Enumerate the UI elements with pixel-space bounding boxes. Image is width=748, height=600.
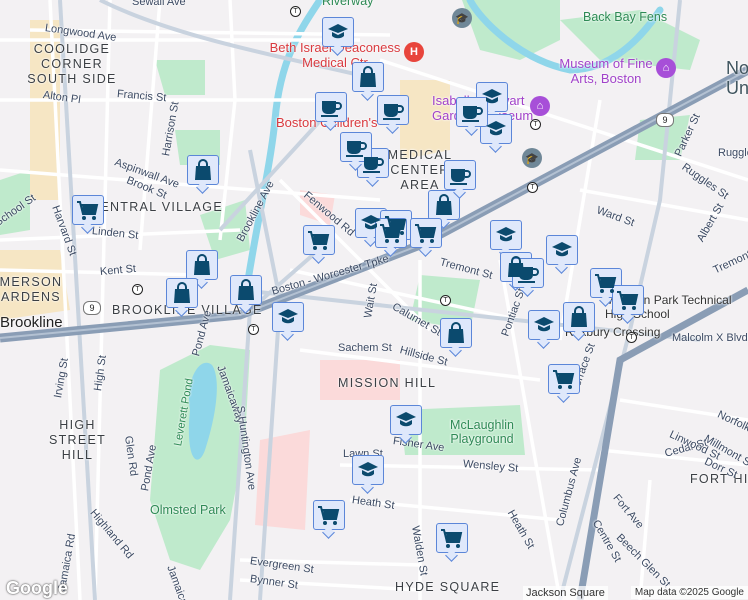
graduation-cap-icon	[396, 412, 416, 427]
town-label: Brookline	[0, 314, 63, 331]
school-marker[interactable]	[352, 455, 384, 485]
museum-icon[interactable]: ⌂	[656, 58, 676, 78]
transit-station-icon[interactable]: T	[527, 182, 538, 193]
park-label[interactable]: Olmsted Park	[150, 503, 226, 517]
transit-station-icon[interactable]: T	[626, 332, 637, 343]
cart-marker[interactable]	[72, 195, 104, 225]
coffee-cup-icon	[462, 106, 483, 122]
transit-station-icon[interactable]: T	[290, 6, 301, 17]
shopping-bag-icon	[436, 194, 452, 215]
google-logo: Google	[6, 578, 68, 598]
shopping-cart-icon	[617, 291, 639, 310]
shop-marker[interactable]	[230, 275, 262, 305]
shopping-bag-icon	[448, 322, 464, 343]
cafe-marker[interactable]	[315, 92, 347, 122]
hospital-area	[255, 430, 310, 530]
neighborhood-label: CENTRAL VILLAGE	[90, 200, 223, 214]
cart-marker[interactable]	[612, 285, 644, 315]
school-marker[interactable]	[528, 310, 560, 340]
school-marker[interactable]	[480, 114, 512, 144]
coffee-cup-icon	[518, 267, 539, 283]
shop-marker[interactable]	[428, 190, 460, 220]
transit-station-icon[interactable]: T	[530, 119, 541, 130]
cafe-marker[interactable]	[377, 95, 409, 125]
coffee-cup-icon	[450, 169, 471, 185]
street-label: Sachem St	[338, 342, 392, 354]
cafe-marker[interactable]	[512, 258, 544, 288]
cart-marker[interactable]	[436, 523, 468, 553]
museum-label[interactable]: Museum of Fine Arts, Boston	[546, 56, 666, 86]
neighborhood-label: MISSION HILL	[338, 376, 437, 390]
neighborhood-label: HIGH STREET HILL	[48, 418, 107, 462]
graduation-cap-icon	[358, 462, 378, 477]
shopping-bag-icon	[194, 254, 210, 275]
graduation-cap-icon	[552, 242, 572, 257]
transit-station-icon[interactable]: T	[132, 284, 143, 295]
school-marker[interactable]	[546, 235, 578, 265]
neighborhood-label: EMERSON GARDENS	[0, 275, 63, 304]
map-canvas[interactable]: Sewall Ave Longwood Ave COOLIDGE CORNER …	[0, 0, 748, 600]
shopping-cart-icon	[415, 224, 437, 243]
shopping-cart-icon	[318, 506, 340, 525]
cart-marker[interactable]	[548, 364, 580, 394]
school-poi-icon[interactable]: 🎓	[522, 148, 542, 168]
coffee-cup-icon	[346, 141, 367, 157]
graduation-cap-icon	[328, 24, 348, 39]
shop-marker[interactable]	[563, 302, 595, 332]
shop-marker[interactable]	[186, 250, 218, 280]
transit-station-icon[interactable]: T	[440, 295, 451, 306]
cart-marker[interactable]	[410, 218, 442, 248]
shopping-cart-icon	[595, 274, 617, 293]
park-label[interactable]: Riverway	[322, 0, 373, 8]
map-attribution[interactable]: Map data ©2025 Google	[630, 586, 748, 599]
school-marker[interactable]	[490, 220, 522, 250]
shopping-bag-icon	[360, 66, 376, 87]
hospital-icon[interactable]: H	[404, 42, 424, 62]
shop-marker[interactable]	[187, 155, 219, 185]
graduation-cap-icon	[534, 317, 554, 332]
cafe-marker[interactable]	[456, 97, 488, 127]
shopping-cart-icon	[553, 370, 575, 389]
street-label: Ruggles	[718, 147, 748, 159]
graduation-cap-icon	[486, 121, 506, 136]
cafe-marker[interactable]	[444, 160, 476, 190]
route-9-shield: 9	[656, 113, 674, 127]
cart-marker[interactable]	[313, 500, 345, 530]
school-marker[interactable]	[390, 405, 422, 435]
shop-marker[interactable]	[352, 62, 384, 92]
park-label[interactable]: Back Bay Fens	[583, 10, 667, 24]
school-marker[interactable]	[272, 302, 304, 332]
school-marker[interactable]	[322, 17, 354, 47]
shopping-bag-icon	[571, 306, 587, 327]
neighborhood-label: HYDE SQUARE	[395, 580, 501, 594]
cafe-marker[interactable]	[340, 132, 372, 162]
neighborhood-label: COOLIDGE CORNER SOUTH SIDE	[27, 42, 117, 86]
park-label[interactable]: McLaughlin Playground	[442, 418, 522, 446]
transit-station-icon[interactable]: T	[248, 324, 259, 335]
jackson-square-station-label[interactable]: Jackson Square	[523, 586, 608, 600]
park	[155, 60, 205, 95]
shopping-bag-icon	[195, 159, 211, 180]
school-poi-icon[interactable]: 🎓	[452, 8, 472, 28]
shopping-cart-icon	[308, 231, 330, 250]
shopping-cart-icon	[380, 224, 402, 243]
shop-marker[interactable]	[440, 318, 472, 348]
cart-marker[interactable]	[303, 225, 335, 255]
route-9-shield: 9	[83, 301, 101, 315]
coffee-cup-icon	[383, 104, 404, 120]
shopping-bag-icon	[174, 282, 190, 303]
university-label[interactable]: Northeastern University	[726, 58, 748, 98]
shopping-bag-icon	[238, 279, 254, 300]
street-label: Sewall Ave	[132, 0, 186, 8]
museum-icon[interactable]: ⌂	[530, 96, 550, 116]
shopping-cart-icon	[441, 529, 463, 548]
cart-marker[interactable]	[375, 218, 407, 248]
shopping-cart-icon	[77, 201, 99, 220]
street-label: Malcolm X Blvd	[672, 332, 748, 344]
coffee-cup-icon	[321, 101, 342, 117]
graduation-cap-icon	[496, 227, 516, 242]
shop-marker[interactable]	[166, 278, 198, 308]
graduation-cap-icon	[278, 309, 298, 324]
